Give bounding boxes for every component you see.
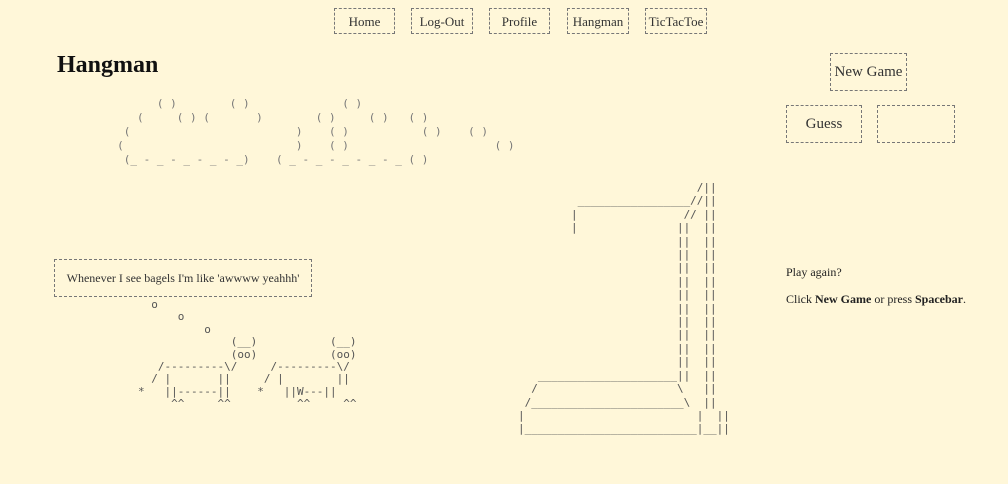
nav-logout-button[interactable]: Log-Out <box>411 8 473 34</box>
or-press-text: or press <box>871 292 915 306</box>
nav-profile-button[interactable]: Profile <box>489 8 550 34</box>
nav-hangman-button[interactable]: Hangman <box>567 8 629 34</box>
gallows-ascii-art: /|| _________________//|| | // || | || |… <box>518 181 730 436</box>
spacebar-keyword: Spacebar <box>915 292 963 306</box>
nav-home-button[interactable]: Home <box>334 8 395 34</box>
instructions-text: Click New Game or press Spacebar. <box>786 292 966 307</box>
nav-tictactoe-button[interactable]: TicTacToe <box>645 8 707 34</box>
cows-ascii-art: o o o (__) (__) (oo) (oo) /---------\/ /… <box>138 298 357 411</box>
new-game-button[interactable]: New Game <box>830 53 907 91</box>
top-nav: Home Log-Out Profile Hangman TicTacToe <box>0 8 1008 36</box>
page-title: Hangman <box>57 52 159 78</box>
click-text: Click <box>786 292 815 306</box>
thought-bubble: Whenever I see bagels I'm like 'awwww ye… <box>54 259 312 297</box>
play-again-text: Play again? <box>786 265 842 279</box>
guess-button[interactable]: Guess <box>786 105 862 143</box>
guess-input[interactable] <box>877 105 955 143</box>
clouds-ascii-art: ( ) ( ) ( ) ( ( ) ( ) ( ) ( ) ( ) ( ) ( … <box>117 97 515 166</box>
period-text: . <box>963 292 966 306</box>
new-game-keyword: New Game <box>815 292 872 306</box>
